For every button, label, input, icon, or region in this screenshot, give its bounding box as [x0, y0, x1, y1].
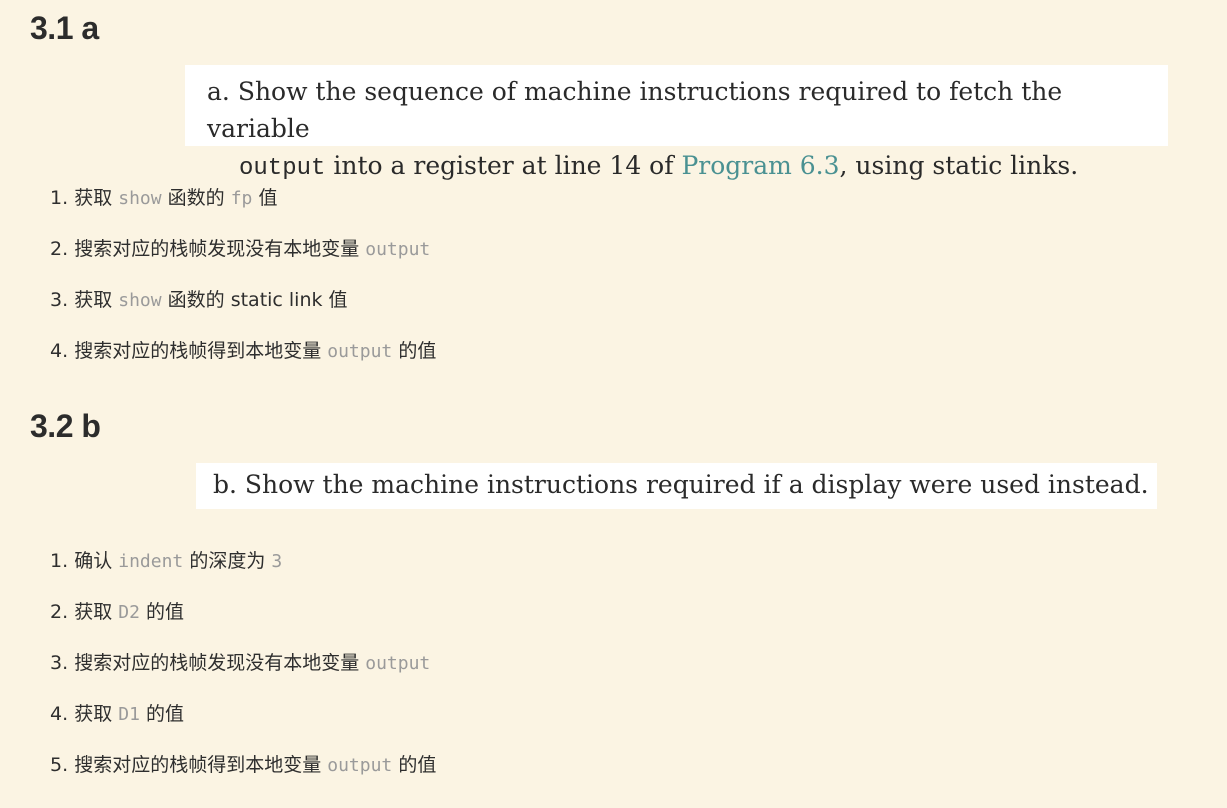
list-item: 5. 搜索对应的栈帧得到本地变量 output 的值 — [50, 753, 436, 804]
list-item: 3. 获取 show 函数的 static link 值 — [50, 288, 436, 339]
inline-code: D1 — [118, 704, 140, 725]
step-text: 的值 — [398, 754, 437, 776]
step-text: 的值 — [145, 601, 184, 623]
step-text: 的深度为 — [189, 550, 266, 572]
step-number: 2. — [50, 601, 69, 623]
step-text: 确认 — [74, 550, 113, 572]
step-text: 搜索对应的栈帧得到本地变量 — [74, 340, 322, 362]
inline-code: output — [327, 755, 393, 776]
step-text: 搜索对应的栈帧发现没有本地变量 — [74, 652, 360, 674]
step-number: 4. — [50, 703, 69, 725]
question-a-code: output — [239, 155, 326, 182]
list-item: 3. 搜索对应的栈帧发现没有本地变量 output — [50, 651, 436, 702]
question-a-mid: into a register at line 14 of — [333, 151, 674, 180]
inline-code: show — [118, 188, 162, 209]
list-item: 4. 获取 D1 的值 — [50, 702, 436, 753]
step-number: 1. — [50, 550, 69, 572]
step-text: 获取 — [74, 703, 113, 725]
list-item: 4. 搜索对应的栈帧得到本地变量 output 的值 — [50, 339, 436, 390]
step-text: 函数的 — [167, 187, 225, 209]
step-text: 搜索对应的栈帧发现没有本地变量 — [74, 238, 360, 260]
question-a-end: , using static links. — [839, 151, 1079, 180]
question-b-text: b. Show the machine instructions require… — [213, 470, 1149, 499]
question-a-text: Show the sequence of machine instruction… — [207, 77, 1063, 143]
inline-code: D2 — [118, 602, 140, 623]
step-text: 值 — [258, 187, 278, 209]
inline-code: 3 — [271, 551, 283, 572]
section-heading-3-1-a: 3.1 a — [30, 10, 99, 46]
inline-code: indent — [118, 551, 184, 572]
inline-code: output — [365, 653, 431, 674]
step-text: 获取 — [74, 601, 113, 623]
list-item: 2. 获取 D2 的值 — [50, 600, 436, 651]
step-number: 3. — [50, 289, 69, 311]
question-b-excerpt: b. Show the machine instructions require… — [196, 463, 1157, 509]
step-text: 函数的 static link 值 — [167, 289, 348, 311]
step-text: 搜索对应的栈帧得到本地变量 — [74, 754, 322, 776]
inline-code: output — [327, 341, 393, 362]
steps-list-a: 1. 获取 show 函数的 fp 值 2. 搜索对应的栈帧发现没有本地变量 o… — [50, 186, 436, 390]
step-text: 获取 — [74, 289, 113, 311]
step-text: 的值 — [145, 703, 184, 725]
step-number: 2. — [50, 238, 69, 260]
question-a-excerpt: a. Show the sequence of machine instruct… — [185, 65, 1168, 182]
list-item: 1. 获取 show 函数的 fp 值 — [50, 186, 436, 237]
step-number: 5. — [50, 754, 69, 776]
step-number: 1. — [50, 187, 69, 209]
step-number: 3. — [50, 652, 69, 674]
step-text: 获取 — [74, 187, 113, 209]
inline-code: show — [118, 290, 162, 311]
inline-code: output — [365, 239, 431, 260]
inline-code: fp — [230, 188, 253, 209]
question-a-line-2: output into a register at line 14 of Pro… — [207, 147, 1168, 187]
step-text: 的值 — [398, 340, 437, 362]
question-a-label: a. — [207, 77, 230, 106]
section-heading-3-2-b: 3.2 b — [30, 408, 101, 444]
steps-list-b: 1. 确认 indent 的深度为 3 2. 获取 D2 的值 3. 搜索对应的… — [50, 549, 436, 804]
step-number: 4. — [50, 340, 69, 362]
list-item: 1. 确认 indent 的深度为 3 — [50, 549, 436, 600]
list-item: 2. 搜索对应的栈帧发现没有本地变量 output — [50, 237, 436, 288]
question-a-line-1: a. Show the sequence of machine instruct… — [207, 73, 1168, 147]
program-link[interactable]: Program 6.3 — [681, 151, 839, 180]
